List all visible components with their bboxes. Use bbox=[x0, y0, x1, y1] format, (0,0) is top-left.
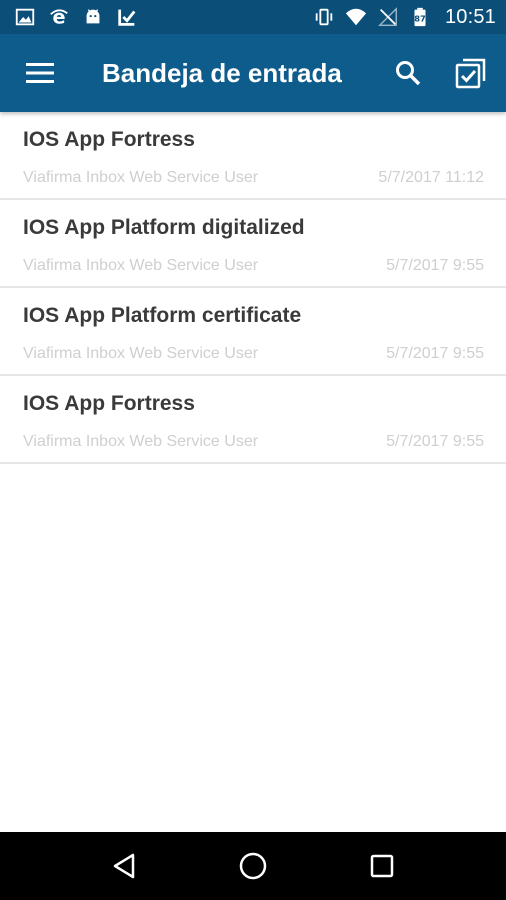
browser-e-icon: e bbox=[48, 6, 70, 28]
page-title: Bandeja de entrada bbox=[102, 57, 342, 88]
item-title: IOS App Fortress bbox=[23, 392, 195, 415]
multi-select-icon bbox=[455, 58, 486, 89]
list-item[interactable]: IOS App Fortress Viafirma Inbox Web Serv… bbox=[0, 376, 506, 464]
item-date: 5/7/2017 9:55 bbox=[386, 433, 484, 450]
vibrate-icon bbox=[313, 6, 335, 28]
item-title: IOS App Platform digitalized bbox=[23, 216, 305, 239]
app-bar: Bandeja de entrada bbox=[0, 34, 506, 112]
back-button[interactable] bbox=[94, 836, 154, 896]
list-item[interactable]: IOS App Platform digitalized Viafirma In… bbox=[0, 200, 506, 288]
no-signal-icon bbox=[377, 6, 399, 28]
image-icon bbox=[14, 6, 36, 28]
navigation-bar bbox=[0, 832, 506, 900]
item-date: 5/7/2017 9:55 bbox=[386, 345, 484, 362]
item-sender: Viafirma Inbox Web Service User bbox=[23, 345, 259, 362]
recents-icon bbox=[370, 854, 393, 878]
home-icon bbox=[239, 852, 267, 880]
item-sender: Viafirma Inbox Web Service User bbox=[23, 257, 259, 274]
search-icon bbox=[396, 61, 421, 86]
recents-button[interactable] bbox=[352, 836, 412, 896]
svg-text:87: 87 bbox=[414, 14, 426, 24]
item-sender: Viafirma Inbox Web Service User bbox=[23, 433, 259, 450]
system-icons: 87 10:51 bbox=[313, 6, 496, 29]
android-icon bbox=[82, 6, 104, 28]
multi-select-button[interactable] bbox=[436, 34, 506, 112]
item-title: IOS App Fortress bbox=[23, 128, 195, 151]
status-time: 10:51 bbox=[444, 5, 496, 28]
back-icon bbox=[114, 853, 135, 879]
menu-icon bbox=[26, 63, 54, 83]
menu-button[interactable] bbox=[0, 34, 80, 112]
item-title: IOS App Platform certificate bbox=[23, 304, 302, 327]
item-sender: Viafirma Inbox Web Service User bbox=[23, 169, 259, 186]
wifi-icon bbox=[345, 6, 367, 28]
list-item[interactable]: IOS App Platform certificate Viafirma In… bbox=[0, 288, 506, 376]
app-check-icon bbox=[116, 6, 138, 28]
search-button[interactable] bbox=[380, 34, 436, 112]
svg-text:e: e bbox=[52, 6, 65, 28]
notification-icons: e bbox=[14, 6, 138, 28]
item-date: 5/7/2017 9:55 bbox=[386, 257, 484, 274]
list-item[interactable]: IOS App Fortress Viafirma Inbox Web Serv… bbox=[0, 112, 506, 200]
battery-icon: 87 bbox=[409, 6, 431, 28]
inbox-list: IOS App Fortress Viafirma Inbox Web Serv… bbox=[0, 112, 506, 464]
home-button[interactable] bbox=[223, 836, 283, 896]
status-bar: e 87 10:51 bbox=[0, 0, 506, 34]
item-date: 5/7/2017 11:12 bbox=[378, 169, 484, 186]
